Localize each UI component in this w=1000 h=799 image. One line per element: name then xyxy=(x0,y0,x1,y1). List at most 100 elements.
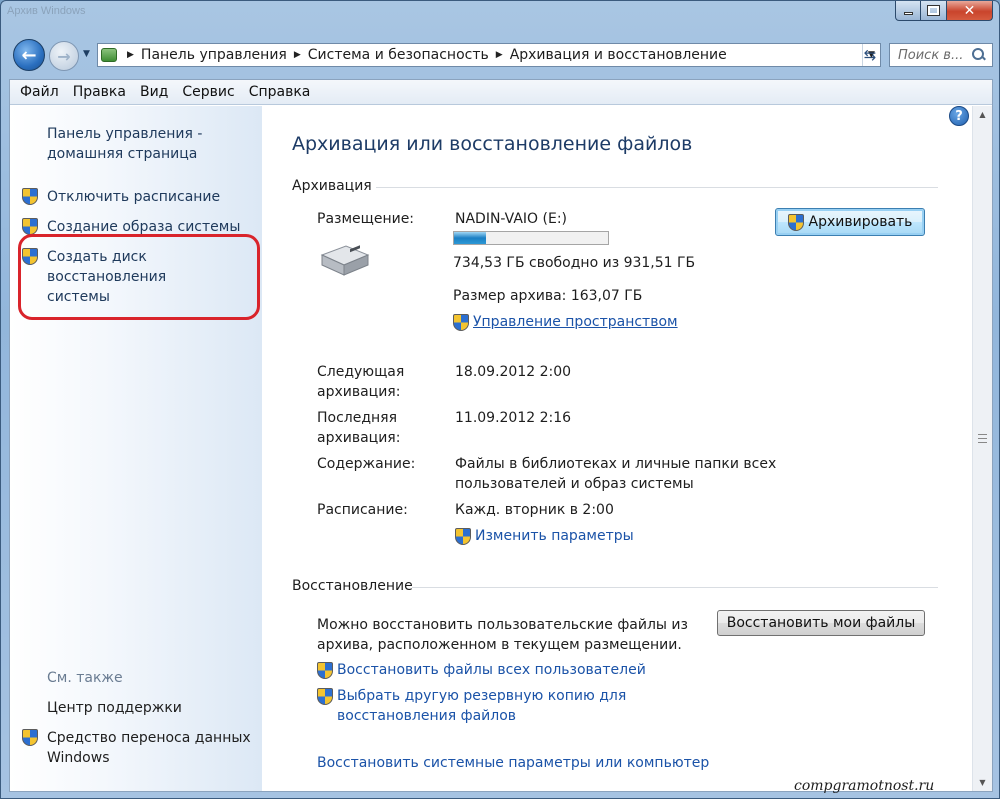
scroll-up-button[interactable]: ▲ xyxy=(973,106,992,123)
sidebar-link-easy-transfer[interactable]: Средство переноса данных Windows xyxy=(22,728,251,768)
next-backup-value: 18.09.2012 2:00 xyxy=(455,364,572,380)
sidebar-item-disable-schedule[interactable]: Отключить расписание xyxy=(22,187,220,207)
close-button[interactable]: ✕ xyxy=(947,1,993,21)
chevron-right-icon[interactable]: ▶ xyxy=(294,50,301,60)
select-other-backup-line1: Выбрать другую резервную копию для xyxy=(337,688,627,704)
next-backup-label-line1: Следующая xyxy=(317,364,405,380)
last-backup-label: Последняя архивация: xyxy=(317,408,400,448)
sidebar-home-line1: Панель управления - xyxy=(47,126,203,142)
shield-icon xyxy=(22,218,38,235)
menu-tools[interactable]: Сервис xyxy=(175,84,241,100)
window-title: Архив Windows xyxy=(7,5,86,17)
sidebar-item-label: Отключить расписание xyxy=(47,189,221,205)
minimize-button[interactable] xyxy=(895,1,921,21)
menu-edit[interactable]: Правка xyxy=(66,84,133,100)
chevron-right-icon[interactable]: ▶ xyxy=(496,50,503,60)
restore-all-users-link[interactable]: Восстановить файлы всех пользователей xyxy=(317,660,646,680)
location-label: Размещение: xyxy=(317,211,415,227)
forward-button[interactable]: → xyxy=(49,41,79,71)
page-title: Архивация или восстановление файлов xyxy=(292,133,693,155)
backup-now-button[interactable]: Архивировать xyxy=(775,208,925,236)
section-divider xyxy=(412,587,938,588)
restore-all-users-label: Восстановить файлы всех пользователей xyxy=(337,662,646,678)
archive-size: Размер архива: 163,07 ГБ xyxy=(453,288,643,304)
close-icon: ✕ xyxy=(963,2,976,19)
navigation-bar: ← → ▼ ▶ Панель управления ▶ Система и бе… xyxy=(9,37,993,75)
task-pane: Панель управления - домашняя страница От… xyxy=(10,106,262,791)
sidebar-item-label-line1: Средство переноса данных xyxy=(47,730,251,746)
vertical-scrollbar[interactable]: ▲ ▼ xyxy=(972,106,992,791)
next-backup-label: Следующая архивация: xyxy=(317,362,404,402)
restore-description: Можно восстановить пользовательские файл… xyxy=(317,615,688,655)
restore-section-title: Восстановление xyxy=(292,578,413,594)
drive-name: NADIN-VAIO (E:) xyxy=(455,211,568,227)
help-icon[interactable]: ? xyxy=(949,106,969,126)
back-arrow-icon: ← xyxy=(21,44,37,66)
back-button[interactable]: ← xyxy=(13,39,45,71)
sidebar-item-label-line2: Windows xyxy=(47,750,110,766)
maximize-icon xyxy=(927,5,940,16)
search-input[interactable] xyxy=(898,47,972,63)
schedule-label: Расписание: xyxy=(317,502,408,518)
maximize-button[interactable] xyxy=(921,1,947,21)
see-also-heading: См. также xyxy=(47,670,123,686)
client-area: Файл Правка Вид Сервис Справка Панель уп… xyxy=(9,79,993,794)
breadcrumb-backup-restore[interactable]: Архивация и восстановление xyxy=(510,47,727,63)
free-space-text: 734,53 ГБ свободно из 931,51 ГБ xyxy=(453,255,696,271)
contents-value: Файлы в библиотеках и личные папки всех … xyxy=(455,454,776,494)
backup-section-title: Архивация xyxy=(292,178,372,194)
shield-icon xyxy=(22,729,38,746)
backup-now-label: Архивировать xyxy=(808,214,913,230)
shield-icon xyxy=(787,213,804,231)
sidebar-home-line2: домашняя страница xyxy=(47,146,198,162)
change-settings-link[interactable]: Изменить параметры xyxy=(455,526,634,546)
minimize-icon xyxy=(903,12,913,15)
scroll-thumb[interactable] xyxy=(978,434,987,443)
last-backup-label-line1: Последняя xyxy=(317,410,398,426)
shield-icon xyxy=(453,314,469,331)
restore-description-line1: Можно восстановить пользовательские файл… xyxy=(317,617,688,633)
section-divider xyxy=(376,187,938,188)
refresh-button[interactable]: ⇆ xyxy=(857,43,883,67)
shield-icon xyxy=(317,688,333,705)
last-backup-value: 11.09.2012 2:16 xyxy=(455,410,572,426)
refresh-icon: ⇆ xyxy=(863,46,877,64)
menu-file[interactable]: Файл xyxy=(13,84,66,100)
schedule-value: Кажд. вторник в 2:00 xyxy=(455,502,614,518)
last-backup-label-line2: архивация: xyxy=(317,430,401,446)
menu-view[interactable]: Вид xyxy=(133,84,175,100)
hard-drive-icon xyxy=(320,245,370,276)
manage-space-link[interactable]: Управление пространством xyxy=(453,312,678,332)
restore-system-link[interactable]: Восстановить системные параметры или ком… xyxy=(317,753,709,773)
shield-icon xyxy=(455,528,471,545)
select-other-backup-label: Выбрать другую резервную копию для восст… xyxy=(337,686,626,726)
disk-usage-fill xyxy=(454,232,487,244)
highlight-outline xyxy=(18,234,260,320)
menu-help[interactable]: Справка xyxy=(242,84,318,100)
sidebar-home-link[interactable]: Панель управления - домашняя страница xyxy=(47,124,202,164)
restore-description-line2: архива, расположенном в текущем размещен… xyxy=(317,637,682,653)
menu-bar: Файл Правка Вид Сервис Справка xyxy=(10,80,992,105)
recent-pages-button[interactable]: ▼ xyxy=(83,49,90,59)
manage-space-label: Управление пространством xyxy=(473,314,678,330)
select-other-backup-link[interactable]: Выбрать другую резервную копию для восст… xyxy=(317,686,626,726)
shield-icon xyxy=(22,188,38,205)
disk-usage-bar xyxy=(453,231,609,245)
search-box[interactable] xyxy=(889,43,993,67)
search-icon[interactable] xyxy=(972,48,986,62)
breadcrumb-control-panel[interactable]: Панель управления xyxy=(141,47,287,63)
sidebar-link-action-center[interactable]: Центр поддержки xyxy=(47,698,182,718)
select-other-backup-line2: восстановления файлов xyxy=(337,708,517,724)
caption-buttons: ✕ xyxy=(895,1,993,21)
address-bar[interactable]: ▶ Панель управления ▶ Система и безопасн… xyxy=(97,43,881,67)
shield-icon xyxy=(317,662,333,679)
watermark: compgramotnost.ru xyxy=(794,778,935,794)
breadcrumb-system-security[interactable]: Система и безопасность xyxy=(308,47,489,63)
chevron-right-icon[interactable]: ▶ xyxy=(127,50,134,60)
forward-arrow-icon: → xyxy=(57,46,71,66)
window-frame: Архив Windows ✕ ← → ▼ ▶ Панель управлени… xyxy=(0,0,1000,799)
sidebar-item-label: Средство переноса данных Windows xyxy=(47,728,251,768)
restore-my-files-button[interactable]: Восстановить мои файлы xyxy=(717,610,925,636)
contents-value-line1: Файлы в библиотеках и личные папки всех xyxy=(455,456,777,472)
scroll-down-button[interactable]: ▼ xyxy=(973,774,992,791)
